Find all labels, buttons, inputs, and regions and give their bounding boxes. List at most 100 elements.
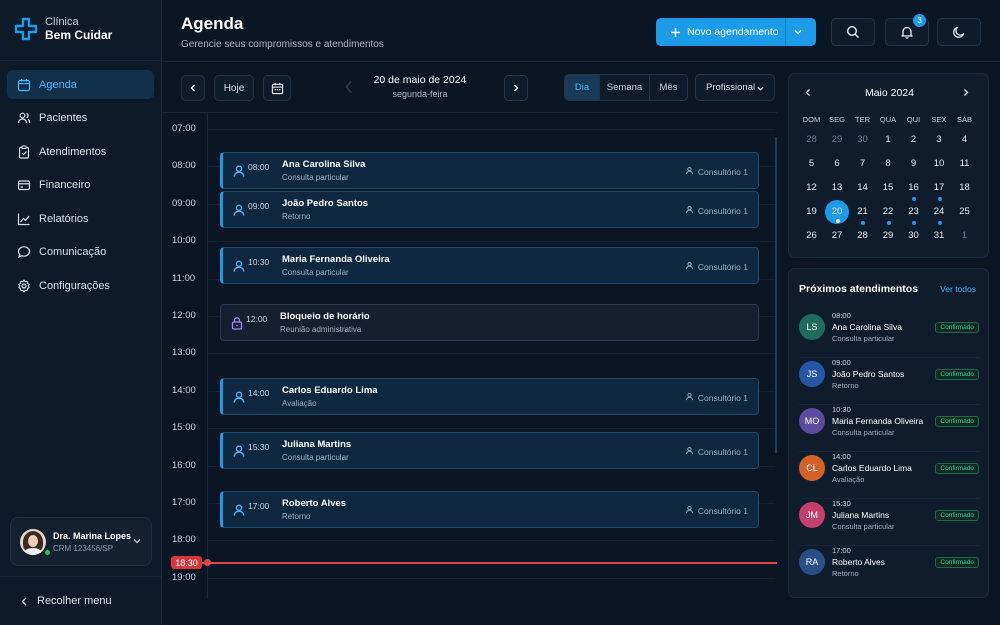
sidebar-item-pacientes[interactable]: Pacientes [7,104,154,133]
upcoming-item[interactable]: LS 08:00 Ana Carolina Silva Consulta partic… [799,311,979,358]
status-badge: Confirmado [935,557,979,568]
appointment-room: Consultório 1 [685,446,748,457]
tab-day[interactable]: Dia [565,75,599,100]
calendar-day-number: 26 [806,230,817,241]
appointment-card[interactable]: 09:00 João Pedro Santos Retorno Consultório… [220,191,759,228]
sidebar-item-financeiro[interactable]: Financeiro [7,171,154,200]
calendar-day[interactable]: 27 [825,225,850,247]
calendar-day[interactable]: 4 [952,129,977,151]
calendar-day[interactable]: 22 [876,201,901,225]
room-label: Consultório 1 [697,392,748,403]
upcoming-appointments: Próximos atendimentos Ver todos LS 08:00 A… [788,268,989,598]
sidebar-item-agenda[interactable]: Agenda [7,70,154,99]
tab-month[interactable]: Mês [649,75,687,100]
avatar: RA [799,549,825,575]
sidebar-item-label: Pacientes [39,112,88,124]
hour-label: 11:00 [172,272,196,284]
calendar-day[interactable]: 14 [850,177,875,199]
collapse-menu-button[interactable]: Recolher menu [0,576,162,625]
room-user-icon [685,505,698,516]
sidebar-item-configuracoes[interactable]: Configurações [7,271,154,300]
user-card[interactable]: Dra. Marina Lopes CRM 123456/SP [10,517,152,566]
professional-select[interactable]: Profissional [695,74,775,101]
appointment-type: Consulta particular [282,268,349,277]
hour-label: 08:00 [172,160,196,172]
calendar-day[interactable]: 16 [901,177,926,201]
brand[interactable]: Clínica Bem Cuidar [14,16,112,42]
appointment-card[interactable]: 10:30 Maria Fernanda Oliveira Consulta par… [220,247,759,284]
calendar-day[interactable]: 11 [952,153,977,175]
sidebar-item-atendimentos[interactable]: Atendimentos [7,137,154,166]
appointment-card[interactable]: 08:00 Ana Carolina Silva Consulta particul… [220,152,759,189]
calendar-day[interactable]: 31 [927,225,952,247]
upcoming-time: 08:00 [832,311,851,320]
see-all-link[interactable]: Ver todos [940,284,976,294]
appointment-patient: Carlos Eduardo Lima [282,385,378,396]
calendar-day[interactable]: 17 [927,177,952,201]
new-appointment-label: Novo agendamento [687,26,779,38]
appointment-card[interactable]: 17:00 Roberto Alves Retorno Consultório 1 [220,491,759,528]
upcoming-type: Consulta particular [832,428,895,437]
calendar-day[interactable]: 23 [901,201,926,225]
collapse-menu-label: Recolher menu [37,595,112,607]
calendar-day[interactable]: 18 [952,177,977,199]
calendar-day[interactable]: 6 [825,153,850,175]
calendar-day[interactable]: 24 [927,201,952,225]
today-button[interactable]: Hoje [214,75,254,101]
calendar-day[interactable]: 12 [799,177,824,199]
calendar-day[interactable]: 26 [799,225,824,247]
event-dot [835,219,840,223]
hour-gridline [208,428,775,430]
calendar-day[interactable]: 28 [850,225,875,247]
search-button[interactable] [831,18,875,46]
notifications-button[interactable]: 3 [885,14,929,46]
calendar-day[interactable]: 3 [927,129,952,151]
next-day-button[interactable] [504,75,528,101]
upcoming-item[interactable]: MO 10:30 Maria Fernanda Oliveira Consulta p… [799,405,979,452]
time-block-card[interactable]: 12:00 Bloqueio de horário Reunião administ… [220,304,759,341]
calendar-day[interactable]: 2 [901,129,926,151]
current-time-dot [204,559,211,566]
calendar-day[interactable]: 30 [901,225,926,247]
calendar-day[interactable]: 1 [876,129,901,151]
calendar-day[interactable]: 10 [927,153,952,175]
calendar-day[interactable]: 29 [825,129,850,151]
chevron-down-icon[interactable] [793,27,803,37]
chevron-left-icon[interactable] [344,80,354,97]
next-month-button[interactable] [962,88,970,97]
upcoming-item[interactable]: RA 17:00 Roberto Alves Retorno Confirmado [799,546,979,593]
date-picker-button[interactable] [263,75,291,101]
upcoming-item[interactable]: CL 14:00 Carlos Eduardo Lima Avaliação Confi… [799,452,979,499]
tab-week[interactable]: Semana [599,75,649,100]
upcoming-item[interactable]: JS 09:00 João Pedro Santos Retorno Confirmad… [799,358,979,405]
schedule-scrollbar[interactable] [775,137,777,453]
theme-toggle-button[interactable] [937,18,981,46]
calendar-day[interactable]: 30 [850,129,875,151]
calendar-day-number: 1 [885,134,891,145]
prev-day-button[interactable] [181,75,205,101]
new-appointment-button[interactable]: Novo agendamento [656,18,816,46]
calendar-icon [17,78,31,92]
appointment-card[interactable]: 15:30 Juliana Martins Consulta particular C… [220,432,759,469]
calendar-day[interactable]: 28 [799,129,824,151]
calendar-day[interactable]: 13 [825,177,850,199]
upcoming-type: Retorno [832,381,859,390]
button-divider [785,18,786,46]
calendar-day[interactable]: 1 [952,225,977,247]
sidebar-item-relatorios[interactable]: Relatórios [7,204,154,233]
calendar-day[interactable]: 9 [901,153,926,175]
calendar-day[interactable]: 8 [876,153,901,175]
calendar-day[interactable]: 29 [876,225,901,247]
appointment-card[interactable]: 14:00 Carlos Eduardo Lima Avaliação Consult… [220,378,759,415]
calendar-day[interactable]: 25 [952,201,977,223]
sidebar-item-comunicacao[interactable]: Comunicação [7,238,154,267]
calendar-day[interactable]: 19 [799,201,824,223]
appointment-room: Consultório 1 [685,392,748,403]
calendar-day[interactable]: 5 [799,153,824,175]
calendar-month-title: Maio 2024 [864,87,915,99]
upcoming-item[interactable]: JM 15:30 Juliana Martins Consulta particula… [799,499,979,546]
calendar-day-selected[interactable]: 20 [824,200,850,224]
calendar-day[interactable]: 21 [850,201,875,225]
calendar-day[interactable]: 15 [876,177,901,199]
calendar-day[interactable]: 7 [850,153,875,175]
